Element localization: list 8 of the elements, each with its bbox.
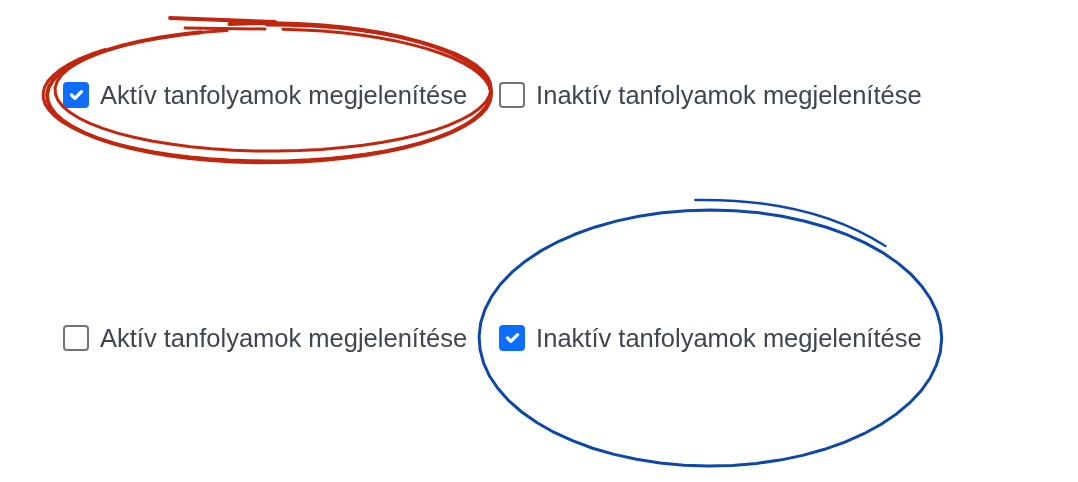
checkbox-label[interactable]: Inaktív tanfolyamok megjelenítése xyxy=(536,79,922,111)
checkbox-label[interactable]: Inaktív tanfolyamok megjelenítése xyxy=(536,322,922,354)
checkbox-label[interactable]: Aktív tanfolyamok megjelenítése xyxy=(100,79,468,111)
checkbox[interactable] xyxy=(63,82,89,108)
checkbox[interactable] xyxy=(63,325,89,351)
checkbox[interactable] xyxy=(499,325,526,351)
checkbox[interactable] xyxy=(499,82,526,108)
checkbox-label[interactable]: Aktív tanfolyamok megjelenítése xyxy=(100,322,468,354)
